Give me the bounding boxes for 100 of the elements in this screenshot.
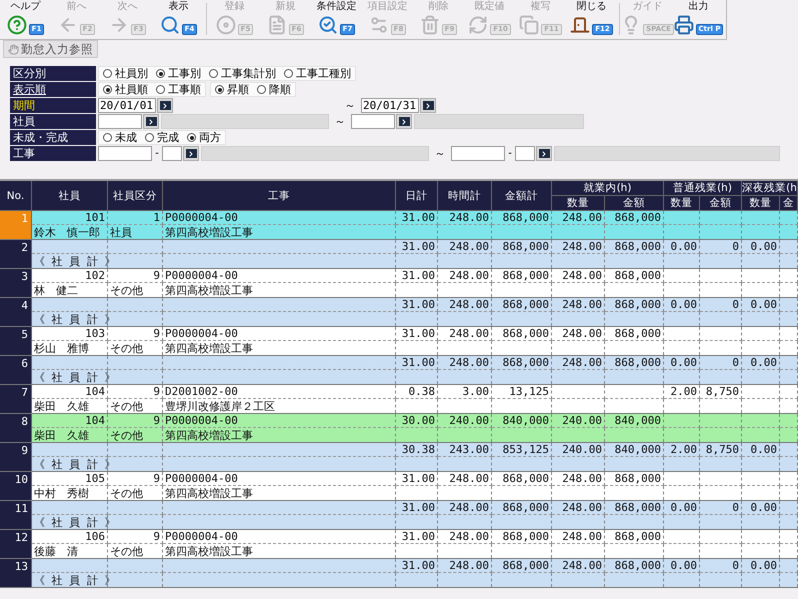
radio-option[interactable]: 社員順 <box>103 82 148 97</box>
radio-option[interactable]: 両方 <box>187 130 221 145</box>
code-field[interactable] <box>515 146 535 161</box>
code-field[interactable] <box>98 146 152 161</box>
table-cell: 3.00 <box>462 385 489 398</box>
radio-option[interactable]: 未成 <box>103 130 137 145</box>
subtotal-row[interactable]: 6 31.00 248.00 868,000 248.00 868,000 0.00 0 0.00 《 社 員 計 》 <box>0 356 798 385</box>
table-cell: 9 <box>153 327 160 340</box>
table-cell: 248.00 <box>562 559 602 572</box>
subtotal-row[interactable]: 9 30.38 243.00 853,125 240.00 840,000 2.00 8,750 0.00 《 社 員 計 》 <box>0 443 798 472</box>
date-field[interactable]: 20/01/01 <box>98 98 156 113</box>
table-cell: その他 <box>110 282 143 298</box>
code-field[interactable] <box>162 146 182 161</box>
table-cell: 868,000 <box>614 269 661 282</box>
table-cell: 9 <box>153 472 160 485</box>
table-cell: P0000004-00 <box>165 530 238 543</box>
row-number: 1 <box>0 211 32 239</box>
subtotal-label: 《 社 員 計 》 <box>34 514 116 530</box>
door-icon[interactable] <box>570 15 590 35</box>
table-cell: 8,750 <box>706 385 739 398</box>
toolbar-label[interactable]: 出力 <box>688 1 708 13</box>
table-cell: その他 <box>110 398 143 414</box>
table-row[interactable]: 7 104 9 D2001002-00 0.38 3.00 13,125 2.00 8,750 柴田 久雄 その他 豊堺川改修護岸２工区 <box>0 385 798 414</box>
table-cell: 248.00 <box>562 240 602 253</box>
search-icon[interactable] <box>160 15 180 35</box>
table-row[interactable]: 1 101 1 P0000004-00 31.00 248.00 868,000 248.00 868,000 鈴木 慎一郎 社員 第四高校増設工事 <box>0 211 798 240</box>
table-cell: 868,000 <box>502 356 549 369</box>
document-icon[interactable] <box>266 15 287 35</box>
row-number: 12 <box>0 530 32 558</box>
row-number: 13 <box>0 559 32 587</box>
radio-option[interactable]: 降順 <box>257 82 291 97</box>
table-cell: 9 <box>153 530 160 543</box>
radio-option[interactable]: 完成 <box>145 130 179 145</box>
subtotal-row[interactable]: 2 31.00 248.00 868,000 248.00 868,000 0.00 0 0.00 《 社 員 計 》 <box>0 240 798 269</box>
toolbar-label[interactable]: 条件設定 <box>316 1 356 13</box>
code-dash: - <box>507 148 513 159</box>
toolbar-label[interactable]: 閉じる <box>576 1 606 13</box>
table-cell: 0.00 <box>670 559 697 572</box>
table-cell: 0.00 <box>750 501 777 514</box>
table-cell: 868,000 <box>502 269 549 282</box>
table-cell: 9 <box>153 269 160 282</box>
table-cell: 2.00 <box>670 443 697 456</box>
table-cell: 868,000 <box>614 298 661 311</box>
date-field[interactable]: 20/01/31 <box>361 98 419 113</box>
table-cell: 868,000 <box>614 240 661 253</box>
subtotal-row[interactable]: 4 31.00 248.00 868,000 248.00 868,000 0.00 0 0.00 《 社 員 計 》 <box>0 298 798 327</box>
table-row[interactable]: 5 103 9 P0000004-00 31.00 248.00 868,000 248.00 868,000 杉山 雅博 その他 第四高校増設工事 <box>0 327 798 356</box>
printer-icon[interactable] <box>674 15 694 35</box>
range-separator: ～ <box>434 146 446 161</box>
subtotal-row[interactable]: 13 31.00 248.00 868,000 248.00 868,000 0.00 0 0.00 《 社 員 計 》 <box>0 559 798 588</box>
table-row[interactable]: 10 105 9 P0000004-00 31.00 248.00 868,000 248.00 868,000 中村 秀樹 その他 第四高校増設工事 <box>0 472 798 501</box>
table-cell: 31.00 <box>402 269 435 282</box>
radio-option[interactable]: 昇順 <box>215 82 249 97</box>
code-field[interactable] <box>98 114 142 129</box>
lookup-button[interactable] <box>420 98 436 113</box>
table-row[interactable]: 8 104 9 P0000004-00 30.00 240.00 840,000 240.00 840,000 柴田 久雄 その他 第四高校増設工事 <box>0 414 798 443</box>
lookup-button[interactable] <box>157 98 173 113</box>
help-icon[interactable] <box>6 15 27 35</box>
disc-icon[interactable] <box>216 15 236 35</box>
table-cell: 104 <box>85 385 105 398</box>
refresh-icon[interactable] <box>468 15 488 35</box>
table-cell: 第四高校増設工事 <box>165 282 253 298</box>
code-field[interactable] <box>451 146 505 161</box>
trash-icon[interactable] <box>420 15 440 35</box>
lookup-button[interactable] <box>183 146 199 161</box>
code-field[interactable] <box>351 114 395 129</box>
reference-button[interactable]: 勤怠入力参照 <box>3 40 98 58</box>
copy-icon[interactable] <box>519 15 540 35</box>
table-cell: 240.00 <box>562 443 602 456</box>
radio-option[interactable]: 社員別 <box>103 66 148 81</box>
toolbar-label[interactable]: ヘルプ <box>10 1 40 13</box>
table-cell: 868,000 <box>502 327 549 340</box>
table-cell: 840,000 <box>614 414 661 427</box>
radio-option[interactable]: 工事順 <box>156 82 201 97</box>
subtotal-row[interactable]: 11 31.00 248.00 868,000 248.00 868,000 0.00 0 0.00 《 社 員 計 》 <box>0 501 798 530</box>
table-cell: 868,000 <box>502 298 549 311</box>
lookup-button[interactable] <box>536 146 552 161</box>
table-row[interactable]: 12 106 9 P0000004-00 31.00 248.00 868,000 248.00 868,000 後藤 清 その他 第四高校増設工事 <box>0 530 798 559</box>
table-cell: 0 <box>732 559 739 572</box>
radio-option[interactable]: 工事別 <box>156 66 201 81</box>
table-cell: 248.00 <box>449 269 489 282</box>
radio-option[interactable]: 工事工種別 <box>284 66 351 81</box>
table-cell: 868,000 <box>614 559 661 572</box>
table-cell: 248.00 <box>449 356 489 369</box>
lookup-button[interactable] <box>396 114 412 129</box>
lookup-button[interactable] <box>143 114 159 129</box>
chevron-icon <box>187 150 195 158</box>
table-cell: 杉山 雅博 <box>34 340 89 356</box>
table-cell: 0 <box>732 356 739 369</box>
filter-label: 工事 <box>10 146 96 161</box>
hand-icon <box>8 44 19 54</box>
radio-option[interactable]: 工事集計別 <box>209 66 276 81</box>
search-icon[interactable] <box>318 15 338 35</box>
toolbar-label[interactable]: 表示 <box>168 1 188 13</box>
table-row[interactable]: 3 102 9 P0000004-00 31.00 248.00 868,000 248.00 868,000 林 健二 その他 第四高校増設工事 <box>0 269 798 298</box>
chevron-icon <box>400 118 408 126</box>
table-cell: 248.00 <box>562 327 602 340</box>
filter-label: 区分別 <box>10 66 96 81</box>
settings-icon[interactable] <box>368 15 389 35</box>
table-cell: 248.00 <box>449 559 489 572</box>
